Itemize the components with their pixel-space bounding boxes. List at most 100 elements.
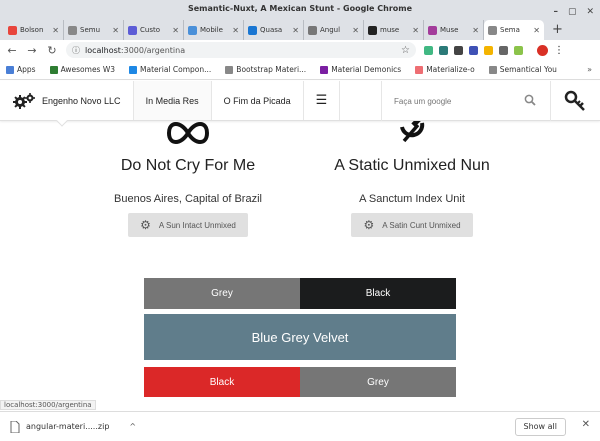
tab-mobile[interactable]: Mobile ✕	[184, 20, 244, 40]
downloads-bar: angular-materi.....zip ^ Show all ✕	[0, 411, 600, 441]
bookmark-label: Material Demonics	[331, 65, 402, 74]
bookmark-favicon-icon	[129, 65, 138, 74]
tab-semu[interactable]: Semu ✕	[64, 20, 124, 40]
tab-close-icon[interactable]: ✕	[412, 26, 419, 35]
card-subtitle: A Sanctum Index Unit	[359, 193, 465, 205]
bookmark-label: Materialize-o	[426, 65, 475, 74]
vue-devtools-icon[interactable]	[424, 45, 433, 55]
tab-close-icon[interactable]: ✕	[533, 26, 540, 35]
extension-icon[interactable]	[514, 45, 523, 55]
address-bar[interactable]: ⓘ localhost:3000/argentina ☆	[66, 42, 416, 58]
tab-favicon-icon	[68, 25, 77, 35]
hamburger-menu-icon[interactable]: ☰	[304, 81, 341, 120]
chevron-up-icon[interactable]: ^	[129, 422, 136, 431]
brand[interactable]: Engenho Novo LLC	[0, 81, 134, 120]
bar-grey-2[interactable]: Grey	[300, 367, 456, 397]
card-button[interactable]: ⚙ A Satin Cunt Unmixed	[351, 213, 473, 237]
card-subtitle: Buenos Aires, Capital of Brazil	[114, 193, 262, 205]
tab-favicon-icon	[308, 25, 317, 35]
tab-strip: Bolson ✕ Semu ✕ Custo ✕ Mobile ✕ Quasa ✕ Angul ✕ mus…	[0, 18, 600, 40]
extension-icon[interactable]	[469, 45, 478, 55]
tab-muse[interactable]: Muse ✕	[424, 20, 484, 40]
tab-sema[interactable]: Sema ✕	[484, 20, 544, 40]
tab-favicon-icon	[248, 25, 257, 35]
bookmark-item[interactable]: Semantical You	[488, 65, 557, 74]
tab-label: Quasa	[260, 26, 283, 34]
bookmark-item[interactable]: Apps	[6, 65, 36, 74]
new-tab-button[interactable]: +	[544, 20, 571, 40]
tab-favicon-icon	[368, 25, 377, 35]
tab-close-icon[interactable]: ✕	[352, 26, 359, 35]
bookmark-item[interactable]: Materialize-o	[415, 65, 475, 74]
tab-label: muse	[380, 26, 400, 34]
tab-favicon-icon	[428, 25, 437, 35]
bar-blue-grey-velvet[interactable]: Blue Grey Velvet	[144, 314, 456, 360]
tab-muse[interactable]: muse ✕	[364, 20, 424, 40]
tab-bolson[interactable]: Bolson ✕	[4, 20, 64, 40]
tab-angul[interactable]: Angul ✕	[304, 20, 364, 40]
extension-icon[interactable]	[439, 45, 448, 55]
close-icon[interactable]: ✕	[582, 419, 590, 430]
tab-close-icon[interactable]: ✕	[112, 26, 119, 35]
window-title: Semantic-Nuxt, A Mexican Stunt - Google …	[187, 4, 413, 13]
tab-label: Sema	[500, 26, 520, 34]
bookmark-favicon-icon	[49, 65, 58, 74]
bookmark-item[interactable]: Awesomes W3	[49, 65, 116, 74]
bookmark-label: Awesomes W3	[60, 65, 116, 74]
search-icon[interactable]	[524, 94, 536, 106]
toolbar: ← → ↻ ⓘ localhost:3000/argentina ☆ ⋮	[0, 40, 600, 60]
card-button-label: A Satin Cunt Unmixed	[382, 220, 461, 230]
card-button-label: A Sun Intact Unmixed	[158, 220, 236, 230]
forward-icon[interactable]: →	[26, 44, 38, 57]
tab-label: Mobile	[200, 26, 223, 34]
show-all-button[interactable]: Show all	[514, 418, 566, 436]
card-button[interactable]: ⚙ A Sun Intact Unmixed	[128, 213, 248, 237]
nav-in-media-res[interactable]: In Media Res	[133, 81, 212, 120]
download-item[interactable]: angular-materi.....zip ^	[10, 420, 136, 433]
bookmark-item[interactable]: Bootstrap Materi...	[225, 65, 306, 74]
tab-favicon-icon	[128, 25, 137, 35]
more-bookmarks-icon[interactable]: »	[587, 65, 592, 74]
bookmark-favicon-icon	[6, 65, 14, 74]
extensions-area: ⋮	[424, 44, 564, 56]
tab-close-icon[interactable]: ✕	[172, 26, 179, 35]
card-title: A Static Unmixed Nun	[334, 157, 490, 174]
profile-avatar[interactable]	[537, 44, 548, 56]
bookmark-favicon-icon	[225, 65, 234, 74]
bookmark-star-icon[interactable]: ☆	[401, 45, 410, 56]
bookmark-item[interactable]: Material Compon...	[129, 65, 211, 74]
bookmark-item[interactable]: Material Demonics	[320, 65, 401, 74]
tab-close-icon[interactable]: ✕	[52, 26, 59, 35]
tab-close-icon[interactable]: ✕	[232, 26, 239, 35]
bar-black[interactable]: Black	[300, 278, 456, 309]
tab-label: Bolson	[20, 26, 44, 34]
bar-grey[interactable]: Grey	[144, 278, 300, 309]
bookmark-label: Semantical You	[499, 65, 557, 74]
bookmark-label: Material Compon...	[140, 65, 212, 74]
tab-quasa[interactable]: Quasa ✕	[244, 20, 304, 40]
brand-name: Engenho Novo LLC	[42, 95, 121, 106]
menu-icon[interactable]: ⋮	[554, 45, 564, 56]
reload-icon[interactable]: ↻	[46, 44, 58, 57]
gears-icon	[13, 92, 35, 109]
infinity-icon	[166, 122, 210, 144]
tab-label: Muse	[440, 26, 459, 34]
search-box	[381, 81, 551, 121]
extension-icon[interactable]	[499, 45, 508, 55]
extension-icon[interactable]	[484, 45, 493, 55]
bar-black-red[interactable]: Black	[144, 367, 300, 397]
tab-close-icon[interactable]: ✕	[292, 26, 299, 35]
search-input[interactable]	[394, 96, 514, 106]
tab-close-icon[interactable]: ✕	[472, 26, 479, 35]
nav-o-fim-da-picada[interactable]: O Fim da Picada	[212, 81, 304, 120]
tab-custo[interactable]: Custo ✕	[124, 20, 184, 40]
info-icon[interactable]: ⓘ	[72, 45, 80, 56]
key-icon[interactable]	[564, 90, 586, 112]
bookmark-favicon-icon	[488, 65, 497, 74]
back-icon[interactable]: ←	[6, 44, 18, 57]
window-title-bar: Semantic-Nuxt, A Mexican Stunt - Google …	[0, 0, 600, 18]
extension-icon[interactable]	[454, 45, 463, 55]
bookmark-label: Bootstrap Materi...	[236, 65, 307, 74]
gear-icon: ⚙	[140, 218, 151, 232]
card-do-not-cry: Do Not Cry For Me Buenos Aires, Capital …	[88, 121, 288, 237]
